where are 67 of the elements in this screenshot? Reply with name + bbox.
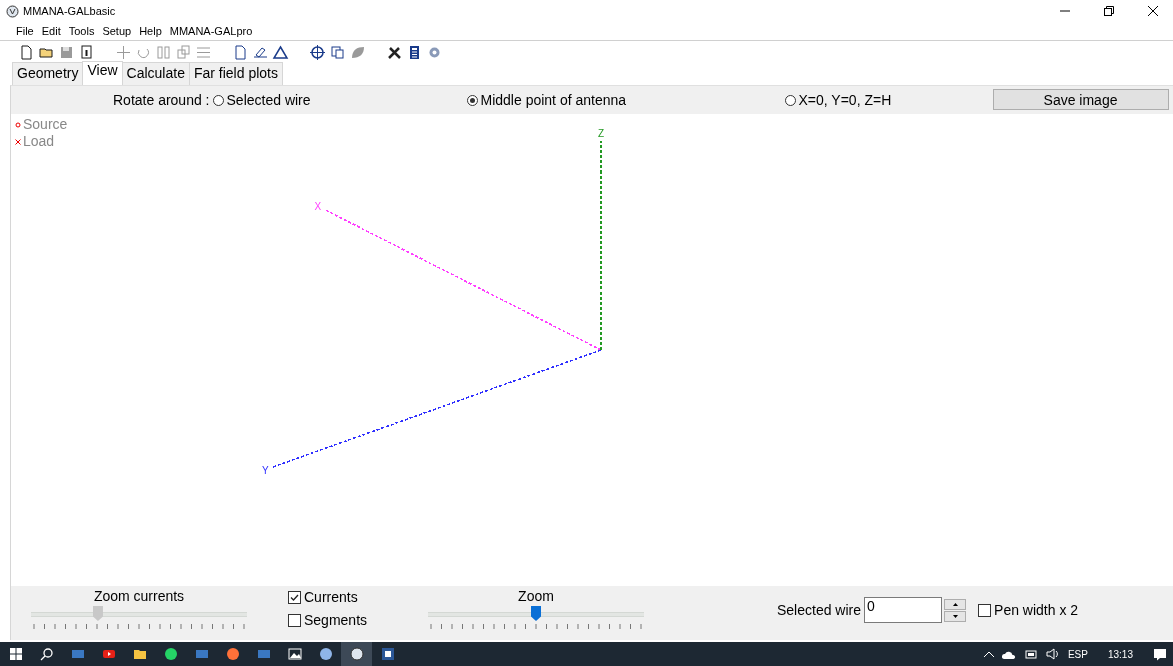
menu-item[interactable]: Setup [102, 25, 138, 37]
app-logo-icon [6, 4, 19, 18]
checkbox[interactable] [288, 590, 301, 604]
chevron-up-icon[interactable] [983, 651, 994, 657]
info-icon[interactable] [78, 43, 95, 61]
tab[interactable]: Far field plots [188, 62, 283, 85]
rotate-around-label: Rotate around : [113, 92, 210, 108]
move-icon[interactable] [115, 43, 132, 61]
menu-item[interactable]: File [16, 25, 40, 37]
new-file-icon[interactable] [18, 43, 35, 61]
radio-label: Selected wire [226, 92, 311, 108]
cloud-icon[interactable] [1001, 649, 1016, 659]
slider-label: Zoom [518, 588, 554, 604]
search-icon [39, 647, 54, 661]
radio-button[interactable] [466, 94, 478, 106]
checkbox[interactable] [288, 613, 301, 627]
radio-button[interactable] [212, 94, 224, 106]
slider-label: Zoom currents [93, 588, 185, 604]
tab[interactable]: Geometry [12, 62, 84, 85]
close-icon [1148, 6, 1158, 16]
app-icon [256, 647, 271, 661]
checkbox[interactable] [978, 603, 992, 617]
radio-button[interactable] [784, 94, 796, 106]
taskbar-button[interactable] [341, 642, 372, 666]
radio-label: X=0, Y=0, Z=H [798, 92, 892, 108]
language-indicator[interactable]: ESP [1067, 648, 1088, 660]
picture-icon [287, 647, 302, 661]
document-icon[interactable] [232, 43, 249, 61]
radio-label: Middle point of antenna [480, 92, 627, 108]
menu-item[interactable]: Edit [41, 25, 67, 37]
clock[interactable]: 13:13 [1107, 648, 1133, 660]
checkbox-label: Currents [304, 589, 358, 605]
down-arrow-icon [952, 614, 958, 618]
save-image-button[interactable]: Save image [992, 89, 1169, 110]
axis-label: Y [262, 464, 269, 476]
checkbox-label: Pen width x 2 [994, 602, 1079, 618]
up-arrow-icon [952, 602, 958, 606]
triangle-icon[interactable] [272, 43, 289, 61]
crosshair-icon[interactable] [309, 43, 326, 61]
menu-item[interactable]: MMANA-GALpro [169, 25, 259, 37]
axis-label: X [314, 201, 322, 213]
selected-wire-label: Selected wire [777, 602, 862, 618]
slider-thumb[interactable] [92, 606, 103, 621]
source-marker-icon [15, 121, 21, 128]
legend-label: Load [23, 133, 55, 150]
notification-icon[interactable] [1153, 647, 1167, 661]
video-icon [101, 647, 116, 661]
app-icon [70, 647, 85, 661]
spin-down-button[interactable] [944, 610, 967, 622]
app-icon [194, 647, 209, 661]
axis-label: Z [597, 128, 605, 140]
spin-up-button[interactable] [944, 598, 967, 610]
pages-icon[interactable] [329, 43, 346, 61]
checkbox-label: Segments [304, 612, 368, 628]
folder-icon [132, 647, 147, 661]
tab[interactable]: Calculate [121, 62, 190, 85]
menu-item[interactable]: Tools [68, 25, 101, 37]
start-icon [8, 647, 23, 661]
speaker-icon[interactable] [1045, 648, 1060, 660]
battery-icon[interactable] [1023, 649, 1038, 659]
window-title: MMANA-GALbasic [23, 5, 116, 17]
slider-thumb[interactable] [531, 606, 541, 621]
restore-icon [1104, 6, 1114, 16]
menu-item[interactable]: Help [139, 25, 168, 37]
load-marker-icon [15, 138, 21, 145]
legend-label: Source [23, 116, 68, 133]
selected-wire-field[interactable]: 0 [864, 597, 943, 623]
